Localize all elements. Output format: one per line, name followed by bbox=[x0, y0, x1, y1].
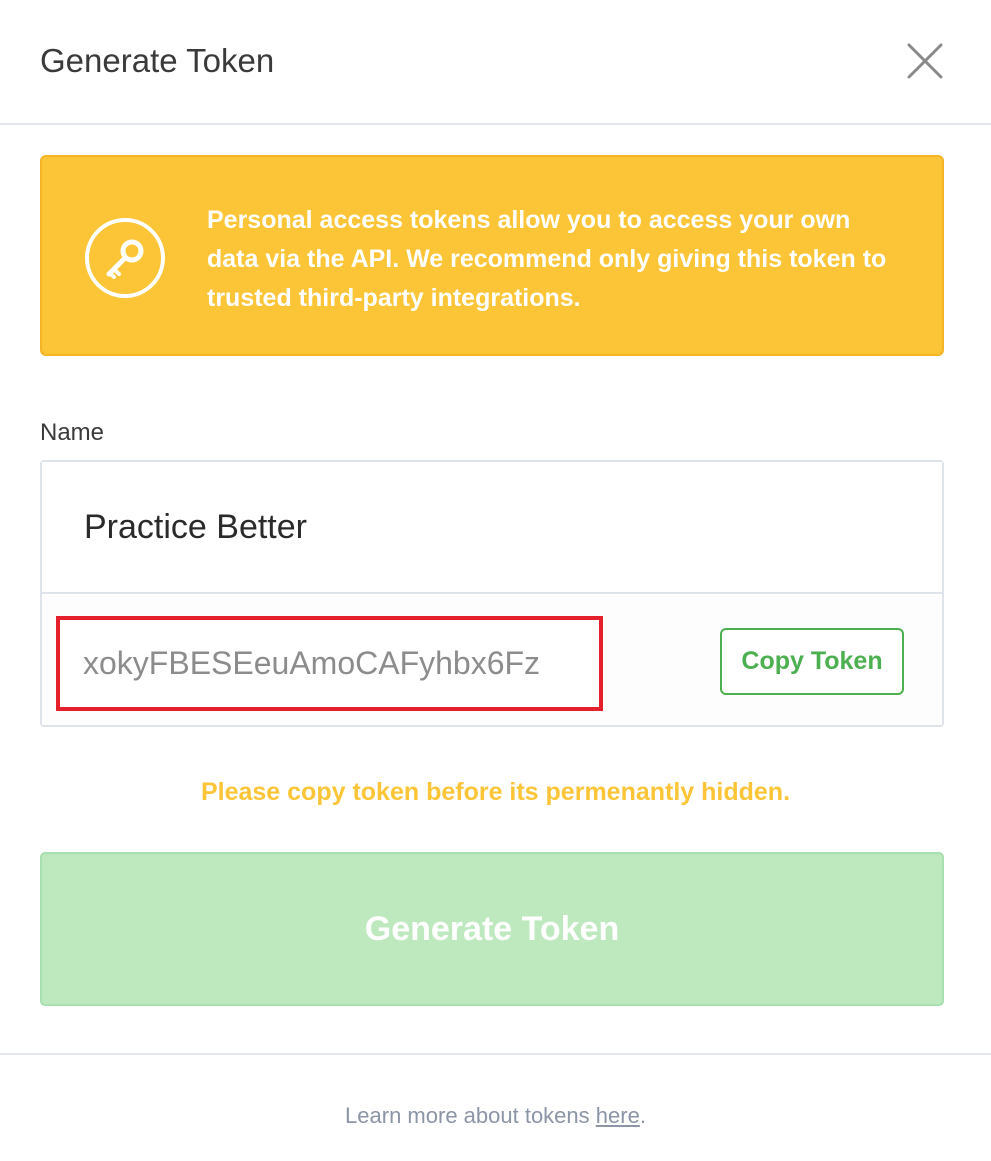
copy-token-button[interactable]: Copy Token bbox=[720, 628, 904, 695]
token-form-box: Copy Token bbox=[40, 460, 944, 727]
footer-text-prefix: Learn more about tokens bbox=[345, 1103, 596, 1128]
footer-text-suffix: . bbox=[639, 1103, 646, 1128]
modal-footer: Learn more about tokens here. bbox=[0, 1053, 991, 1161]
copy-warning-text: Please copy token before its permenantly… bbox=[200, 778, 791, 806]
learn-more-link[interactable]: here bbox=[596, 1103, 640, 1128]
modal-title: Generate Token bbox=[40, 42, 275, 79]
token-field[interactable] bbox=[56, 616, 603, 711]
token-row: Copy Token bbox=[42, 596, 942, 725]
info-notice: Personal access tokens allow you to acce… bbox=[40, 155, 944, 356]
footer-text: Learn more about tokens here. bbox=[0, 1103, 991, 1129]
notice-text: Personal access tokens allow you to acce… bbox=[207, 206, 887, 312]
name-input[interactable] bbox=[42, 462, 942, 594]
generate-token-modal: Generate Token Personal access tokens al… bbox=[0, 0, 991, 1161]
name-label: Name bbox=[40, 419, 105, 446]
close-icon[interactable] bbox=[906, 42, 944, 80]
modal-header: Generate Token bbox=[0, 0, 991, 125]
key-icon bbox=[84, 217, 166, 299]
generate-token-button[interactable]: Generate Token bbox=[40, 852, 944, 1006]
